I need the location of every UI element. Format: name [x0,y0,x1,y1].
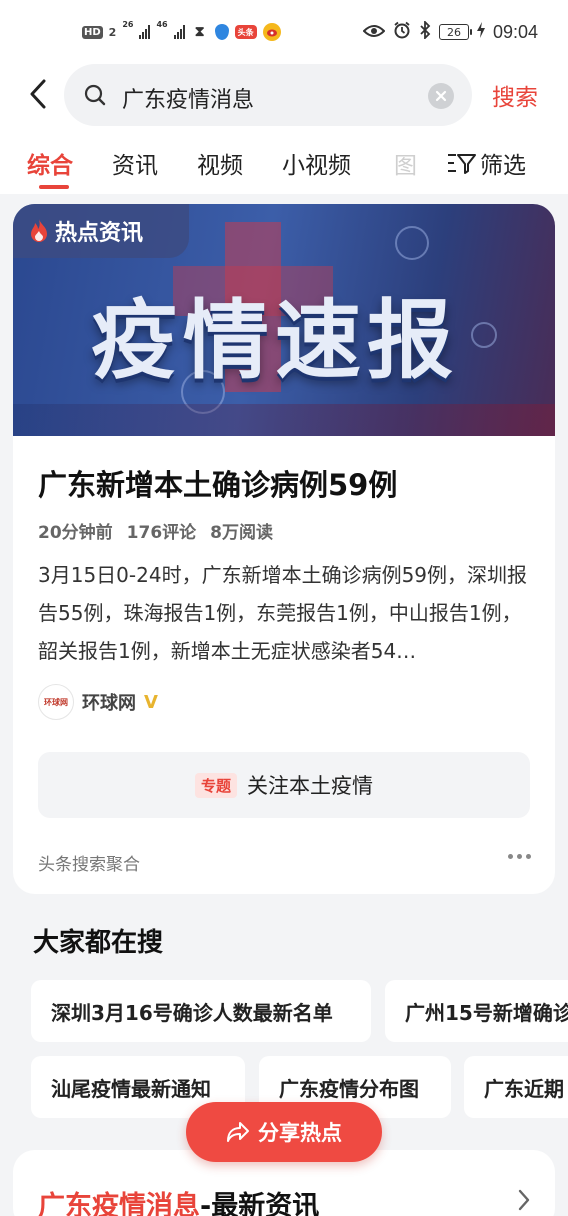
topic-label: 关注本土疫情 [247,774,373,798]
tab-short-video[interactable]: 小视频 [282,146,351,180]
share-icon [227,1122,249,1142]
aggregator-label: 头条搜索聚合 [38,855,140,875]
status-bar: HD 2 26 46 ⧗ 头条 26 09:04 [0,0,568,62]
news-time: 20分钟前 [38,523,113,543]
active-tab-indicator [39,185,69,189]
latest-news-title: 广东疫情消息-最新资讯 [38,1184,319,1216]
filter-label: 筛选 [480,153,526,179]
virus-decoration [471,322,497,348]
filter-button[interactable]: 筛选 [448,146,526,180]
weibo-icon [262,23,281,41]
hot-news-tag-label: 热点资讯 [55,221,144,246]
banner-title: 疫情速报 [91,291,459,391]
latest-news-title-rest: -最新资讯 [200,1191,320,1216]
news-reads: 8万阅读 [210,523,274,543]
more-options-button[interactable] [508,854,531,859]
alarm-icon [393,21,411,43]
chevron-left-icon [30,79,46,109]
signal-icon [139,25,151,39]
tab-news[interactable]: 资讯 [112,146,158,180]
clear-button[interactable] [428,83,454,109]
hd-badge: HD [82,25,103,39]
network-46-label: 46 [156,20,168,29]
search-header: 广东疫情消息 搜索 [0,62,568,132]
fire-icon [31,219,47,242]
eye-icon [362,23,386,42]
trending-chip[interactable]: 广东近期 [464,1056,568,1118]
charging-icon [476,22,485,42]
latest-news-title-highlight: 广东疫情消息 [38,1191,200,1216]
virus-decoration [395,226,429,260]
search-icon [84,84,106,106]
sim-number: 2 [108,25,117,39]
tab-bar: 综合 资讯 视频 小视频 图 筛选 [0,132,568,194]
filter-icon [448,154,476,174]
trending-chip[interactable]: 深圳3月16号确诊人数最新名单 [31,980,371,1042]
news-summary[interactable]: 3月15日0-24时，广东新增本土确诊病例59例，深圳报告55例，珠海报告1例，… [38,556,534,670]
share-hot-label: 分享热点 [258,1121,342,1145]
tab-video[interactable]: 视频 [197,146,243,180]
back-button[interactable] [20,76,56,112]
hot-news-card[interactable]: 疫情速报 热点资讯 广东新增本土确诊病例59例 20分钟前 176评论 8万阅读… [13,204,555,894]
source-logo: 环球网 [38,684,74,720]
toutiao-app-icon: 头条 [234,25,257,39]
topic-button[interactable]: 专题 关注本土疫情 [38,752,530,818]
banner-bottom-stripe [13,404,555,436]
search-button[interactable]: 搜索 [492,78,538,112]
status-left: HD 2 26 46 ⧗ 头条 [82,20,281,44]
status-right: 26 09:04 [362,19,538,44]
hot-news-tag: 热点资讯 [13,204,189,258]
share-hot-button[interactable]: 分享热点 [186,1102,382,1162]
search-query: 广东疫情消息 [122,88,255,113]
trending-title: 大家都在搜 [33,928,164,958]
hourglass-icon: ⧗ [194,24,205,40]
news-headline[interactable]: 广东新增本土确诊病例59例 [38,462,397,504]
clock: 09:04 [492,21,538,42]
tab-comprehensive[interactable]: 综合 [27,146,73,180]
verified-badge: V [144,691,158,713]
chevron-right-icon[interactable] [517,1188,531,1212]
news-source[interactable]: 环球网 环球网 V [38,684,158,720]
close-icon [435,90,447,102]
source-name: 环球网 [82,693,136,714]
news-banner-image[interactable]: 疫情速报 热点资讯 [13,204,555,436]
shield-icon [214,24,229,40]
trending-chip[interactable]: 广州15号新增确诊 [385,980,568,1042]
news-comments: 176评论 [126,523,197,543]
network-26-label: 26 [122,20,134,29]
topic-badge: 专题 [194,772,237,798]
battery-icon: 26 [438,24,472,40]
search-input[interactable]: 广东疫情消息 [64,64,472,126]
bluetooth-icon [419,19,431,43]
tab-images-partial[interactable]: 图 [394,146,417,180]
news-meta: 20分钟前 176评论 8万阅读 [38,518,273,543]
signal-icon-2 [173,25,185,39]
